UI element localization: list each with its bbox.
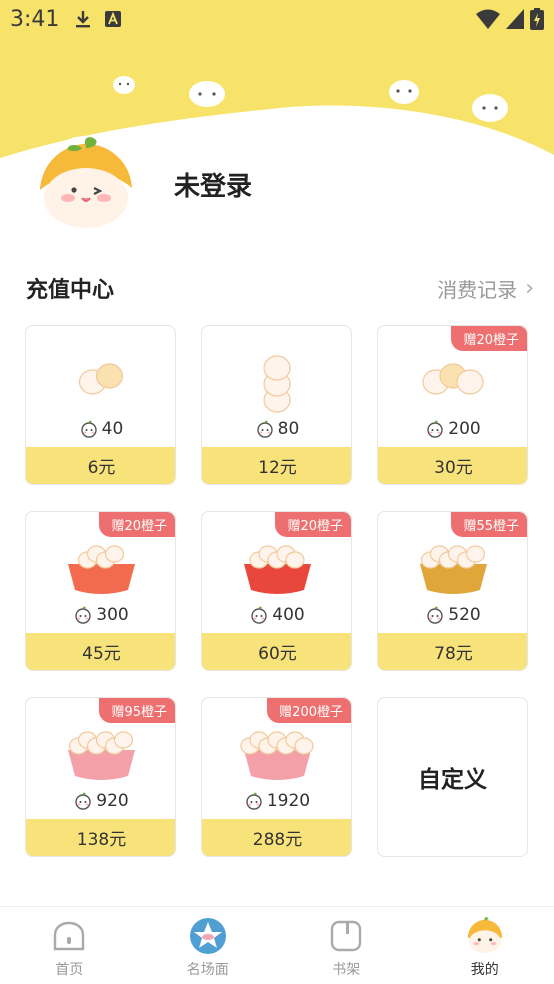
price-bar: 6元 xyxy=(26,447,175,484)
nav-item-highlights[interactable]: 名场面 xyxy=(139,907,278,984)
coin-value: 520 xyxy=(448,605,481,625)
home-icon xyxy=(50,917,88,955)
orange-coin-icon xyxy=(427,420,443,438)
nav-item-home[interactable]: 首页 xyxy=(0,907,139,984)
nav-item-mine[interactable]: 我的 xyxy=(416,907,554,984)
consumption-history-link[interactable]: 消费记录 › xyxy=(437,274,534,303)
nav-label: 书架 xyxy=(332,962,361,978)
coin-value: 400 xyxy=(272,605,305,625)
status-time: 3:41 xyxy=(10,6,60,32)
recharge-package-card[interactable]: 赠20橙子 300 45元 xyxy=(25,511,176,671)
nav-item-bookshelf[interactable]: 书架 xyxy=(277,907,416,984)
orange-coin-icon xyxy=(251,606,267,624)
bun-pile-illustration-icon xyxy=(68,731,135,780)
price-bar: 60元 xyxy=(202,633,351,670)
coin-value: 300 xyxy=(96,605,129,625)
coin-amount: 80 xyxy=(202,419,351,439)
coin-value: 920 xyxy=(96,791,129,811)
nav-label: 名场面 xyxy=(186,962,229,978)
recharge-package-card[interactable]: 赠95橙子 920 138元 xyxy=(25,697,176,857)
price-bar: 12元 xyxy=(202,447,351,484)
orange-coin-icon xyxy=(75,792,91,810)
custom-amount-label: 自定义 xyxy=(418,767,487,793)
price-bar: 30元 xyxy=(378,447,527,484)
recharge-package-card[interactable]: 赠20橙子 200 30元 xyxy=(377,325,528,485)
orange-coin-icon xyxy=(80,420,97,438)
download-icon xyxy=(76,11,91,28)
coin-amount: 1920 xyxy=(202,791,351,811)
profile-section[interactable]: 未登录 xyxy=(38,136,252,232)
bun-pile-illustration-icon xyxy=(68,545,135,594)
recharge-package-card[interactable]: 赠20橙子 400 60元 xyxy=(201,511,352,671)
coin-amount: 300 xyxy=(26,605,175,625)
mascot-profile-icon xyxy=(466,917,504,955)
bun-pile-illustration-icon xyxy=(78,363,124,395)
nav-label: 首页 xyxy=(55,962,84,978)
bun-pile-illustration-icon xyxy=(422,363,484,395)
coin-value: 1920 xyxy=(266,791,311,811)
username-label[interactable]: 未登录 xyxy=(174,166,252,203)
wifi-icon xyxy=(476,9,500,29)
bun-pile-illustration-icon xyxy=(244,545,311,594)
bun-pile-illustration-icon xyxy=(263,355,291,413)
star-badge-icon xyxy=(189,917,227,955)
recharge-package-card[interactable]: 80 12元 xyxy=(201,325,352,485)
battery-charging-icon xyxy=(530,8,544,30)
bun-pile-illustration-icon xyxy=(420,545,487,594)
coin-value: 200 xyxy=(448,419,481,439)
recharge-header: 充值中心 消费记录 › xyxy=(26,272,534,304)
status-bar: 3:41 xyxy=(0,0,554,38)
orange-coin-icon xyxy=(75,606,91,624)
chevron-right-icon: › xyxy=(525,275,534,301)
coin-amount: 400 xyxy=(202,605,351,625)
recharge-package-card[interactable]: 40 6元 xyxy=(25,325,176,485)
bookshelf-icon xyxy=(327,917,365,955)
coin-amount: 200 xyxy=(378,419,527,439)
price-bar: 288元 xyxy=(202,819,351,856)
bottom-nav: 首页 名场面 书架 我的 xyxy=(0,906,554,984)
custom-amount-card[interactable]: 自定义 xyxy=(377,697,528,857)
recharge-title: 充值中心 xyxy=(26,278,115,303)
orange-coin-icon xyxy=(256,420,273,438)
recharge-package-card[interactable]: 赠200橙子 1920 288元 xyxy=(201,697,352,857)
orange-coin-icon xyxy=(246,792,262,810)
coin-value: 40 xyxy=(101,419,124,439)
coin-value: 80 xyxy=(277,419,300,439)
price-bar: 138元 xyxy=(26,819,175,856)
coin-amount: 40 xyxy=(26,419,175,439)
orange-coin-icon xyxy=(427,606,443,624)
orange-mascot-avatar-icon[interactable] xyxy=(38,136,134,232)
nav-label: 我的 xyxy=(470,962,499,978)
history-label: 消费记录 xyxy=(437,277,518,302)
text-a-icon xyxy=(105,11,122,27)
price-bar: 78元 xyxy=(378,633,527,670)
price-bar: 45元 xyxy=(26,633,175,670)
signal-icon xyxy=(506,9,524,29)
package-grid: 40 6元 80 12元 赠20橙子 200 30元 赠20橙子 300 45元 赠20橙子 400 6… xyxy=(25,325,529,857)
bun-pile-illustration-icon xyxy=(240,731,314,780)
recharge-package-card[interactable]: 赠55橙子 520 78元 xyxy=(377,511,528,671)
coin-amount: 920 xyxy=(26,791,175,811)
coin-amount: 520 xyxy=(378,605,527,625)
